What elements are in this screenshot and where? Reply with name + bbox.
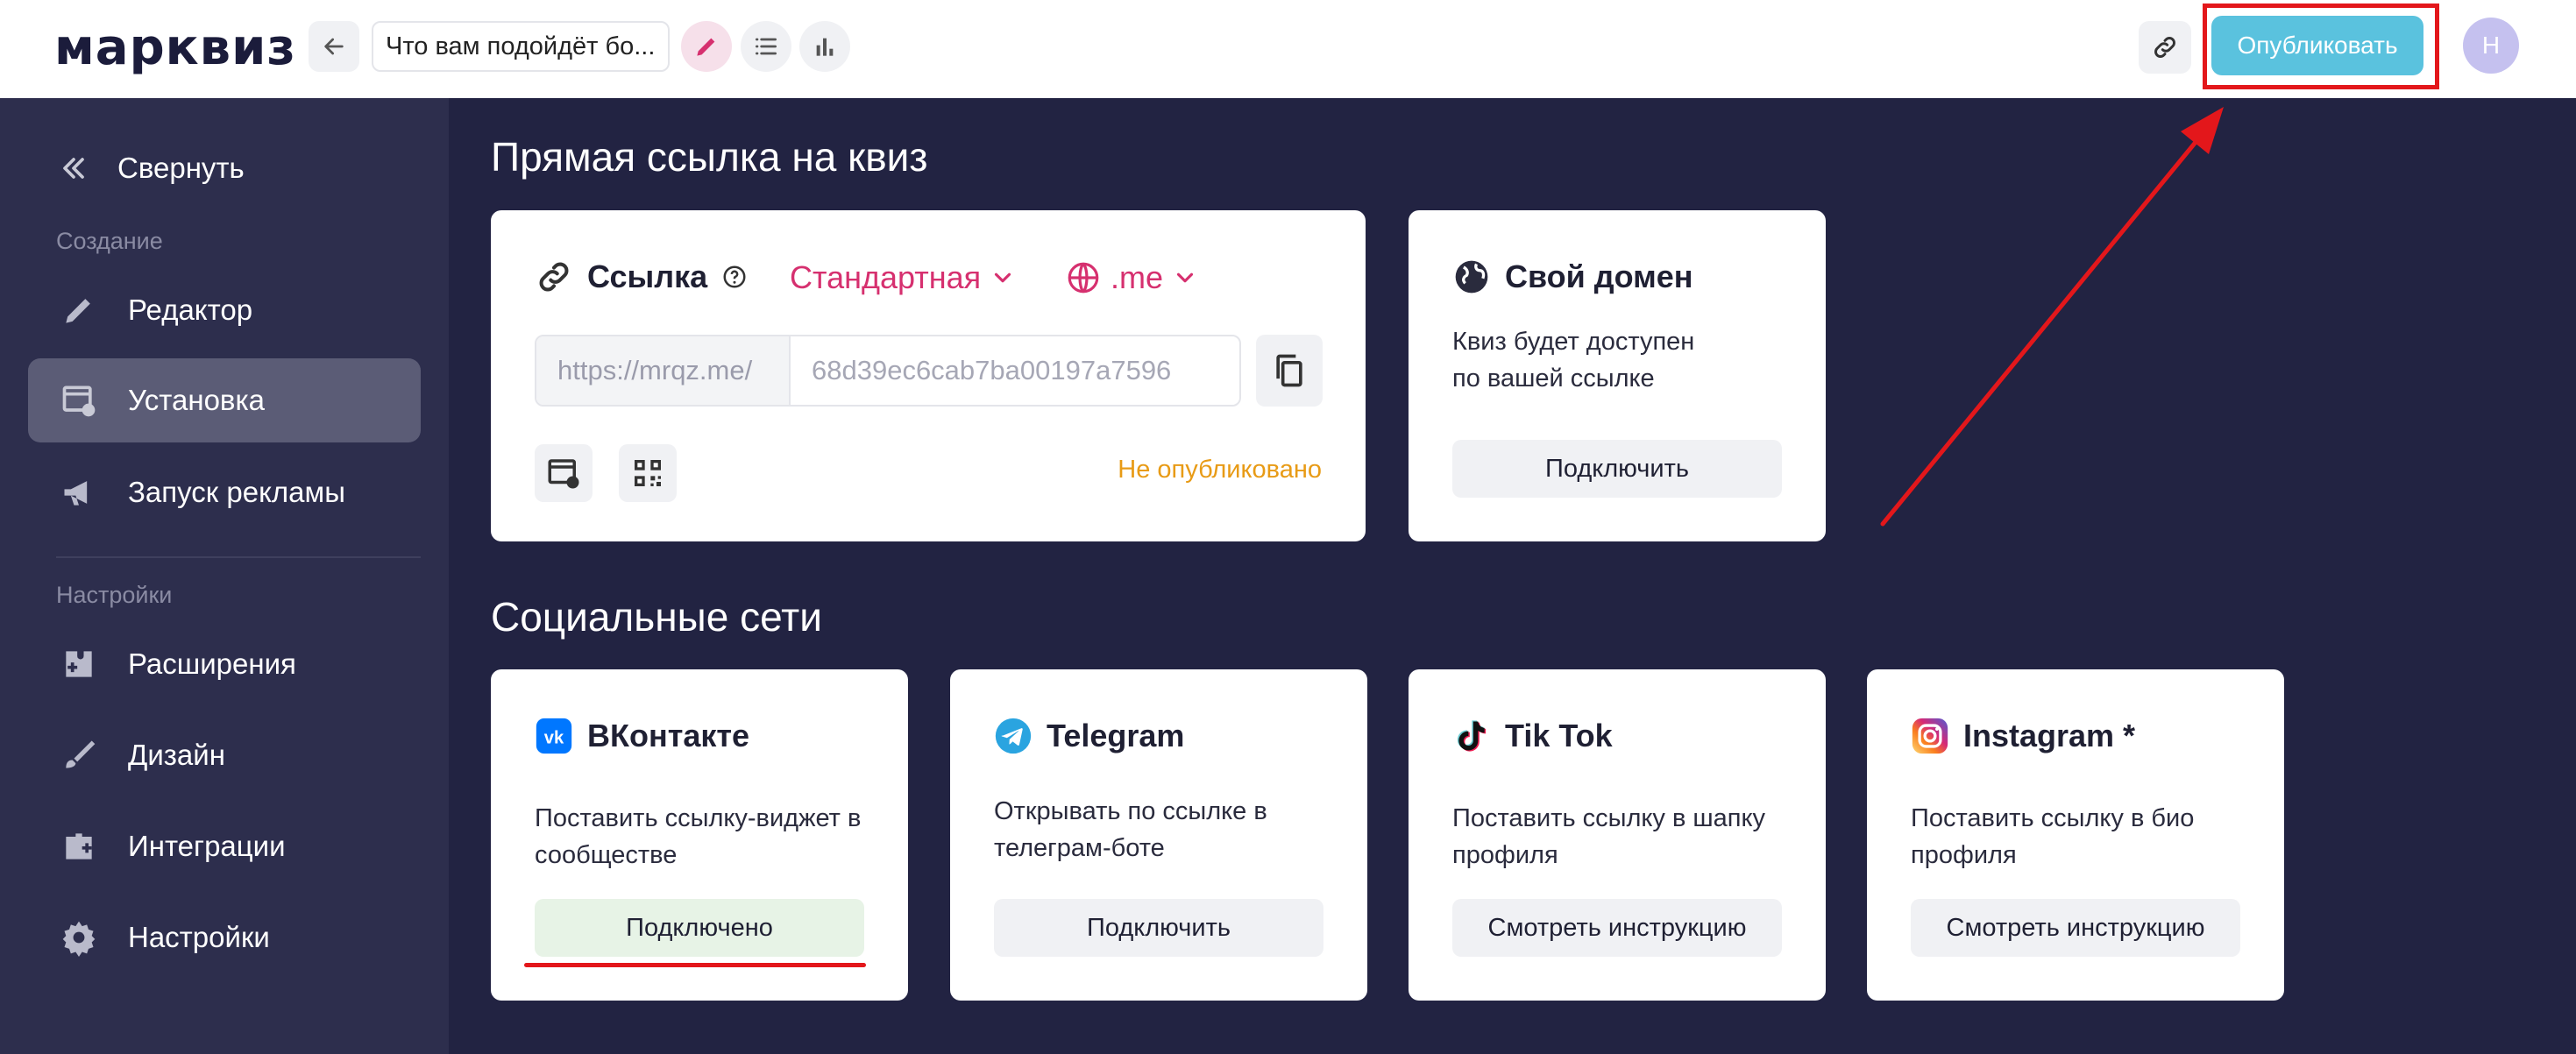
collapse-sidebar-button[interactable]: Свернуть — [56, 151, 245, 186]
url-prefix: https://mrqz.me/ — [536, 336, 791, 405]
sidebar-item-label: Интеграции — [128, 830, 286, 862]
qr-code-button[interactable] — [619, 444, 677, 502]
sidebar-item-ads[interactable]: Запуск рекламы — [28, 450, 421, 534]
megaphone-icon — [64, 481, 88, 506]
stats-button[interactable] — [799, 21, 850, 72]
social-section-title: Социальные сети — [491, 594, 822, 640]
link-button[interactable] — [2139, 21, 2191, 74]
vk-title: vk ВКонтакте — [535, 717, 749, 755]
telegram-desc: Открывать по ссылке в телеграм-боте — [994, 797, 1267, 862]
vk-desc: Поставить ссылку-виджет в сообществе — [535, 804, 862, 869]
custom-domain-card: Свой домен Квиз будет доступен по вашей … — [1409, 210, 1826, 541]
sidebar-item-label: Настройки — [128, 921, 270, 953]
pencil-icon — [697, 38, 715, 56]
svg-text:vk: vk — [544, 728, 564, 747]
url-slug-input[interactable]: 68d39ec6cab7ba00197a7596 — [791, 336, 1239, 405]
link-icon — [539, 262, 569, 292]
top-header: марквиз Что вам подойдёт бо... Опубликов… — [0, 0, 2576, 98]
sidebar-item-label: Редактор — [128, 294, 253, 326]
publish-status: Не опубликовано — [1118, 456, 1322, 484]
sidebar-item-design[interactable]: Дизайн — [28, 713, 421, 797]
tiktok-desc: Поставить ссылку в шапку профиля — [1452, 804, 1766, 869]
sidebar-divider — [56, 556, 421, 558]
link-label: Ссылка — [535, 258, 748, 296]
back-arrow-icon — [324, 38, 344, 55]
custom-domain-title: Свой домен — [1452, 258, 1693, 296]
copy-icon — [1276, 354, 1302, 387]
quiz-title-field[interactable]: Что вам подойдёт бо... — [372, 21, 670, 72]
instagram-instructions-button[interactable]: Смотреть инструкцию — [1911, 899, 2240, 957]
double-chevron-left-icon — [63, 158, 84, 179]
extension-icon — [66, 651, 92, 677]
sidebar-item-editor[interactable]: Редактор — [28, 268, 421, 352]
brush-icon — [66, 740, 96, 768]
bar-chart-icon — [816, 38, 834, 56]
integrations-icon — [66, 833, 92, 859]
sidebar-item-label: Дизайн — [128, 739, 225, 771]
instagram-card: Instagram * Поставить ссылку в био профи… — [1867, 669, 2284, 1001]
globe-icon — [1068, 262, 1099, 294]
chevron-down-icon — [1176, 272, 1194, 283]
pencil-icon — [66, 299, 90, 323]
qr-code-icon — [635, 460, 661, 486]
sidebar-item-label: Установка — [128, 384, 265, 416]
embed-settings-button[interactable] — [535, 444, 593, 502]
back-button[interactable] — [309, 21, 359, 72]
vk-connected-button[interactable]: Подключено — [535, 899, 864, 957]
install-window-icon — [62, 386, 96, 417]
avatar[interactable]: Н — [2463, 18, 2519, 74]
instagram-desc: Поставить ссылку в био профиля — [1911, 804, 2195, 869]
copy-link-button[interactable] — [1256, 335, 1323, 407]
tiktok-instructions-button[interactable]: Смотреть инструкцию — [1452, 899, 1782, 957]
tiktok-card: Tik Tok Поставить ссылку в шапку профиля… — [1409, 669, 1826, 1001]
annotation-underline — [524, 963, 866, 967]
install-window-icon — [548, 459, 579, 489]
editor-mode-button[interactable] — [681, 21, 732, 72]
tiktok-title: Tik Tok — [1452, 717, 1613, 755]
chevron-down-icon — [995, 272, 1011, 283]
url-field-group: https://mrqz.me/ 68d39ec6cab7ba00197a759… — [535, 335, 1241, 407]
gear-icon — [62, 921, 96, 957]
connect-domain-button[interactable]: Подключить — [1452, 440, 1782, 498]
sidebar-item-integrations[interactable]: Интеграции — [28, 804, 421, 888]
globe-icon — [1455, 260, 1488, 294]
help-circle-icon[interactable] — [721, 264, 748, 290]
collapse-label: Свернуть — [117, 152, 245, 184]
list-mode-button[interactable] — [741, 21, 791, 72]
sidebar-item-label: Запуск рекламы — [128, 476, 345, 508]
direct-link-section-title: Прямая ссылка на квиз — [491, 134, 928, 180]
list-icon — [756, 38, 777, 55]
telegram-title: Telegram — [994, 717, 1184, 755]
link-type-dropdown[interactable]: Стандартная — [790, 259, 1016, 296]
sidebar-item-settings[interactable]: Настройки — [28, 895, 421, 980]
custom-domain-desc: Квиз будет доступен по вашей ссылке — [1452, 328, 1695, 393]
annotation-highlight-frame — [2203, 4, 2439, 89]
section-label-settings: Настройки — [56, 582, 173, 608]
instagram-icon — [1912, 718, 1948, 754]
vk-icon: vk — [536, 718, 572, 754]
telegram-icon — [995, 718, 1032, 754]
direct-link-card: Ссылка Стандартная .me https://mrqz.me/ … — [491, 210, 1366, 541]
sidebar-item-label: Расширения — [128, 647, 296, 680]
section-label-create: Создание — [56, 228, 163, 254]
tiktok-icon — [1457, 720, 1487, 752]
link-icon — [2154, 37, 2175, 58]
instagram-title: Instagram * — [1911, 717, 2135, 755]
sidebar-item-extensions[interactable]: Расширения — [28, 622, 421, 706]
vk-card: vk ВКонтакте Поставить ссылку-виджет в с… — [491, 669, 908, 1001]
telegram-card: Telegram Открывать по ссылке в телеграм-… — [950, 669, 1367, 1001]
logo[interactable]: марквиз — [54, 19, 296, 76]
telegram-connect-button[interactable]: Подключить — [994, 899, 1323, 957]
sidebar-item-install[interactable]: Установка — [28, 358, 421, 442]
domain-zone-dropdown[interactable]: .me — [1065, 259, 1198, 296]
sidebar: Свернуть Создание Редактор Установка Зап… — [0, 98, 449, 1054]
